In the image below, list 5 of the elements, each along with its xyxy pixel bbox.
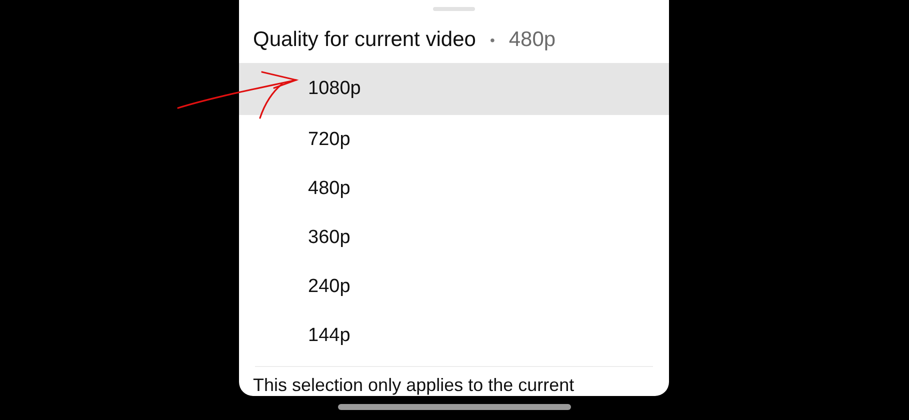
info-text: This selection only applies to the current [252, 374, 576, 396]
separator-dot: • [488, 32, 496, 48]
quality-option[interactable]: 1080p [239, 63, 669, 116]
current-quality: 480p [508, 28, 556, 52]
sheet-title: Quality for current video [253, 28, 476, 52]
